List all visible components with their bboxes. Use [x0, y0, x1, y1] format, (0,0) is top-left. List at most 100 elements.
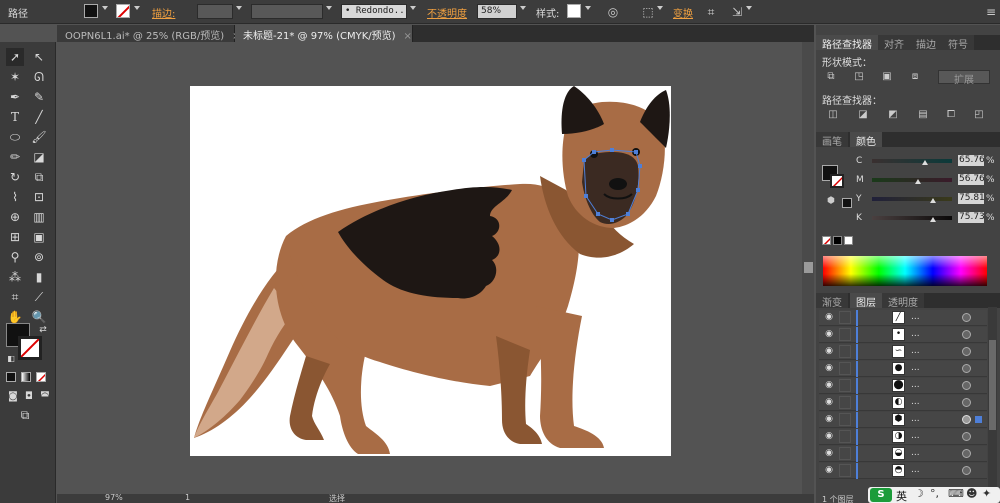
layer-row[interactable]: ◉ ◓... — [819, 463, 987, 479]
eye-visibility-icon[interactable]: ◉ — [823, 431, 835, 441]
style-caret[interactable] — [585, 6, 591, 10]
black-value[interactable]: 75.73 — [958, 212, 984, 223]
stroke-color-box[interactable] — [18, 336, 42, 360]
stroke-swatch[interactable] — [116, 4, 130, 18]
black-slider[interactable] — [872, 216, 952, 220]
scale-tool-icon[interactable]: ⧉ — [30, 168, 48, 186]
rotate-tool-icon[interactable]: ↻ — [6, 168, 24, 186]
lock-toggle[interactable] — [839, 413, 851, 426]
layer-name[interactable]: ... — [911, 448, 920, 458]
target-circle-icon[interactable] — [962, 313, 971, 322]
tab-align[interactable]: 对齐 — [878, 35, 910, 51]
ellipse-tool-icon[interactable]: ⬭ — [6, 128, 24, 146]
minus-back-icon[interactable]: ◰ — [972, 108, 986, 122]
half-width-moon-icon[interactable]: ☽ — [914, 487, 924, 500]
magenta-value[interactable]: 56.76 — [958, 174, 984, 185]
artboard-tool-icon[interactable]: ⌗ — [6, 288, 24, 306]
target-circle-icon[interactable] — [962, 398, 971, 407]
brush-definition-field[interactable]: • Redondo... — [341, 4, 407, 19]
tab-layers[interactable]: 图层 — [850, 293, 882, 309]
stroke-label-link[interactable]: 描边: — [152, 5, 175, 20]
target-circle-icon[interactable] — [962, 381, 971, 390]
layer-name[interactable]: ... — [911, 346, 920, 356]
minus-front-icon[interactable]: ◳ — [852, 70, 866, 84]
lock-toggle[interactable] — [839, 379, 851, 392]
mesh-tool-icon[interactable]: ⊞ — [6, 228, 24, 246]
layer-row[interactable]: ◉ ◒... — [819, 446, 987, 462]
layer-name[interactable]: ... — [911, 312, 920, 322]
yellow-slider-thumb[interactable] — [929, 198, 936, 203]
brush-caret[interactable] — [410, 6, 416, 10]
arrange-documents-icon[interactable]: ⇲ — [729, 4, 745, 20]
gradient-tool-icon[interactable]: ▣ — [30, 228, 48, 246]
opacity-field[interactable]: 58% — [477, 4, 517, 19]
arrange-caret[interactable] — [746, 6, 752, 10]
lock-toggle[interactable] — [839, 362, 851, 375]
stroke-weight-field[interactable] — [197, 4, 233, 19]
target-circle-icon[interactable] — [962, 432, 971, 441]
layer-row[interactable]: ◉ ⬢... — [819, 412, 987, 428]
column-graph-tool-icon[interactable]: ▮ — [30, 268, 48, 286]
lock-toggle[interactable] — [839, 345, 851, 358]
lock-toggle[interactable] — [839, 447, 851, 460]
sogou-ime-icon[interactable]: S — [870, 488, 892, 502]
layer-name[interactable]: ... — [911, 431, 920, 441]
warp-tool-icon[interactable]: ⌇ — [6, 188, 24, 206]
lock-toggle[interactable] — [839, 396, 851, 409]
exclude-icon[interactable]: ⧈ — [908, 70, 922, 84]
select-similar-caret[interactable] — [657, 6, 663, 10]
intersect-icon[interactable]: ▣ — [880, 70, 894, 84]
gradient-mode-icon[interactable] — [21, 372, 31, 382]
color-mode-icon[interactable] — [6, 372, 16, 382]
layer-name[interactable]: ... — [911, 329, 920, 339]
eraser-tool-icon[interactable]: ◪ — [30, 148, 48, 166]
free-transform-tool-icon[interactable]: ⊡ — [30, 188, 48, 206]
merge-icon[interactable]: ◩ — [886, 108, 900, 122]
outline-icon[interactable]: ⧠ — [944, 108, 958, 122]
symbol-sprayer-tool-icon[interactable]: ⁂ — [6, 268, 24, 286]
direct-selection-tool-icon[interactable]: ↖ — [30, 48, 48, 66]
transform-label-link[interactable]: 变换 — [673, 5, 693, 20]
target-circle-icon[interactable] — [962, 330, 971, 339]
opacity-label-link[interactable]: 不透明度 — [427, 5, 467, 20]
fill-swatch[interactable] — [84, 4, 98, 18]
curvature-tool-icon[interactable]: ✎ — [30, 88, 48, 106]
layer-row[interactable]: ◉ ●... — [819, 361, 987, 377]
lock-toggle[interactable] — [839, 328, 851, 341]
artboard[interactable] — [190, 86, 671, 456]
type-tool-icon[interactable]: T — [6, 108, 24, 126]
profile-caret[interactable] — [326, 6, 332, 10]
default-fill-stroke-icon[interactable]: ◧ — [2, 350, 20, 368]
eyedropper-tool-icon[interactable]: ⚲ — [6, 248, 24, 266]
target-circle-icon[interactable] — [962, 364, 971, 373]
recolor-artwork-icon[interactable]: ◎ — [605, 4, 621, 20]
paintbrush-tool-icon[interactable]: 🖌 — [30, 128, 48, 146]
eye-visibility-icon[interactable]: ◉ — [823, 397, 835, 407]
canvas-scroll-thumb[interactable] — [804, 262, 813, 273]
pencil-tool-icon[interactable]: ✏ — [6, 148, 24, 166]
tab-transparency[interactable]: 透明度 — [882, 293, 924, 309]
cyan-slider-thumb[interactable] — [921, 160, 928, 165]
draw-inside-icon[interactable]: ◚ — [36, 388, 54, 406]
ime-language[interactable]: 英 — [896, 488, 907, 503]
pen-tool-icon[interactable]: ✒ — [6, 88, 24, 106]
crop-icon[interactable]: ▤ — [916, 108, 930, 122]
expand-button[interactable]: 扩展 — [938, 70, 990, 86]
color-stroke-box[interactable] — [830, 174, 844, 188]
cyan-slider[interactable] — [872, 159, 952, 163]
layer-name[interactable]: ... — [911, 363, 920, 373]
layer-row[interactable]: ◉ ⬤... — [819, 378, 987, 394]
eye-visibility-icon[interactable]: ◉ — [823, 380, 835, 390]
keyboard-icon[interactable]: ⌨ — [948, 487, 964, 500]
target-circle-icon[interactable] — [962, 415, 971, 424]
zoom-level[interactable]: 97% — [105, 493, 123, 502]
panel-menu-icon[interactable]: ≡ — [983, 4, 999, 20]
unite-icon[interactable]: ⧉ — [824, 70, 838, 84]
document-tab-active[interactable]: 未标题-21* @ 97% (CMYK/预览) × — [235, 25, 413, 42]
layer-row[interactable]: ◉ ∽... — [819, 344, 987, 360]
selected-art-indicator[interactable] — [975, 416, 982, 423]
screen-mode-icon[interactable]: ⧉ — [16, 406, 34, 424]
magenta-slider[interactable] — [872, 178, 952, 182]
layer-row[interactable]: ◉ •... — [819, 327, 987, 343]
skin-icon[interactable]: ✦ — [982, 487, 991, 500]
